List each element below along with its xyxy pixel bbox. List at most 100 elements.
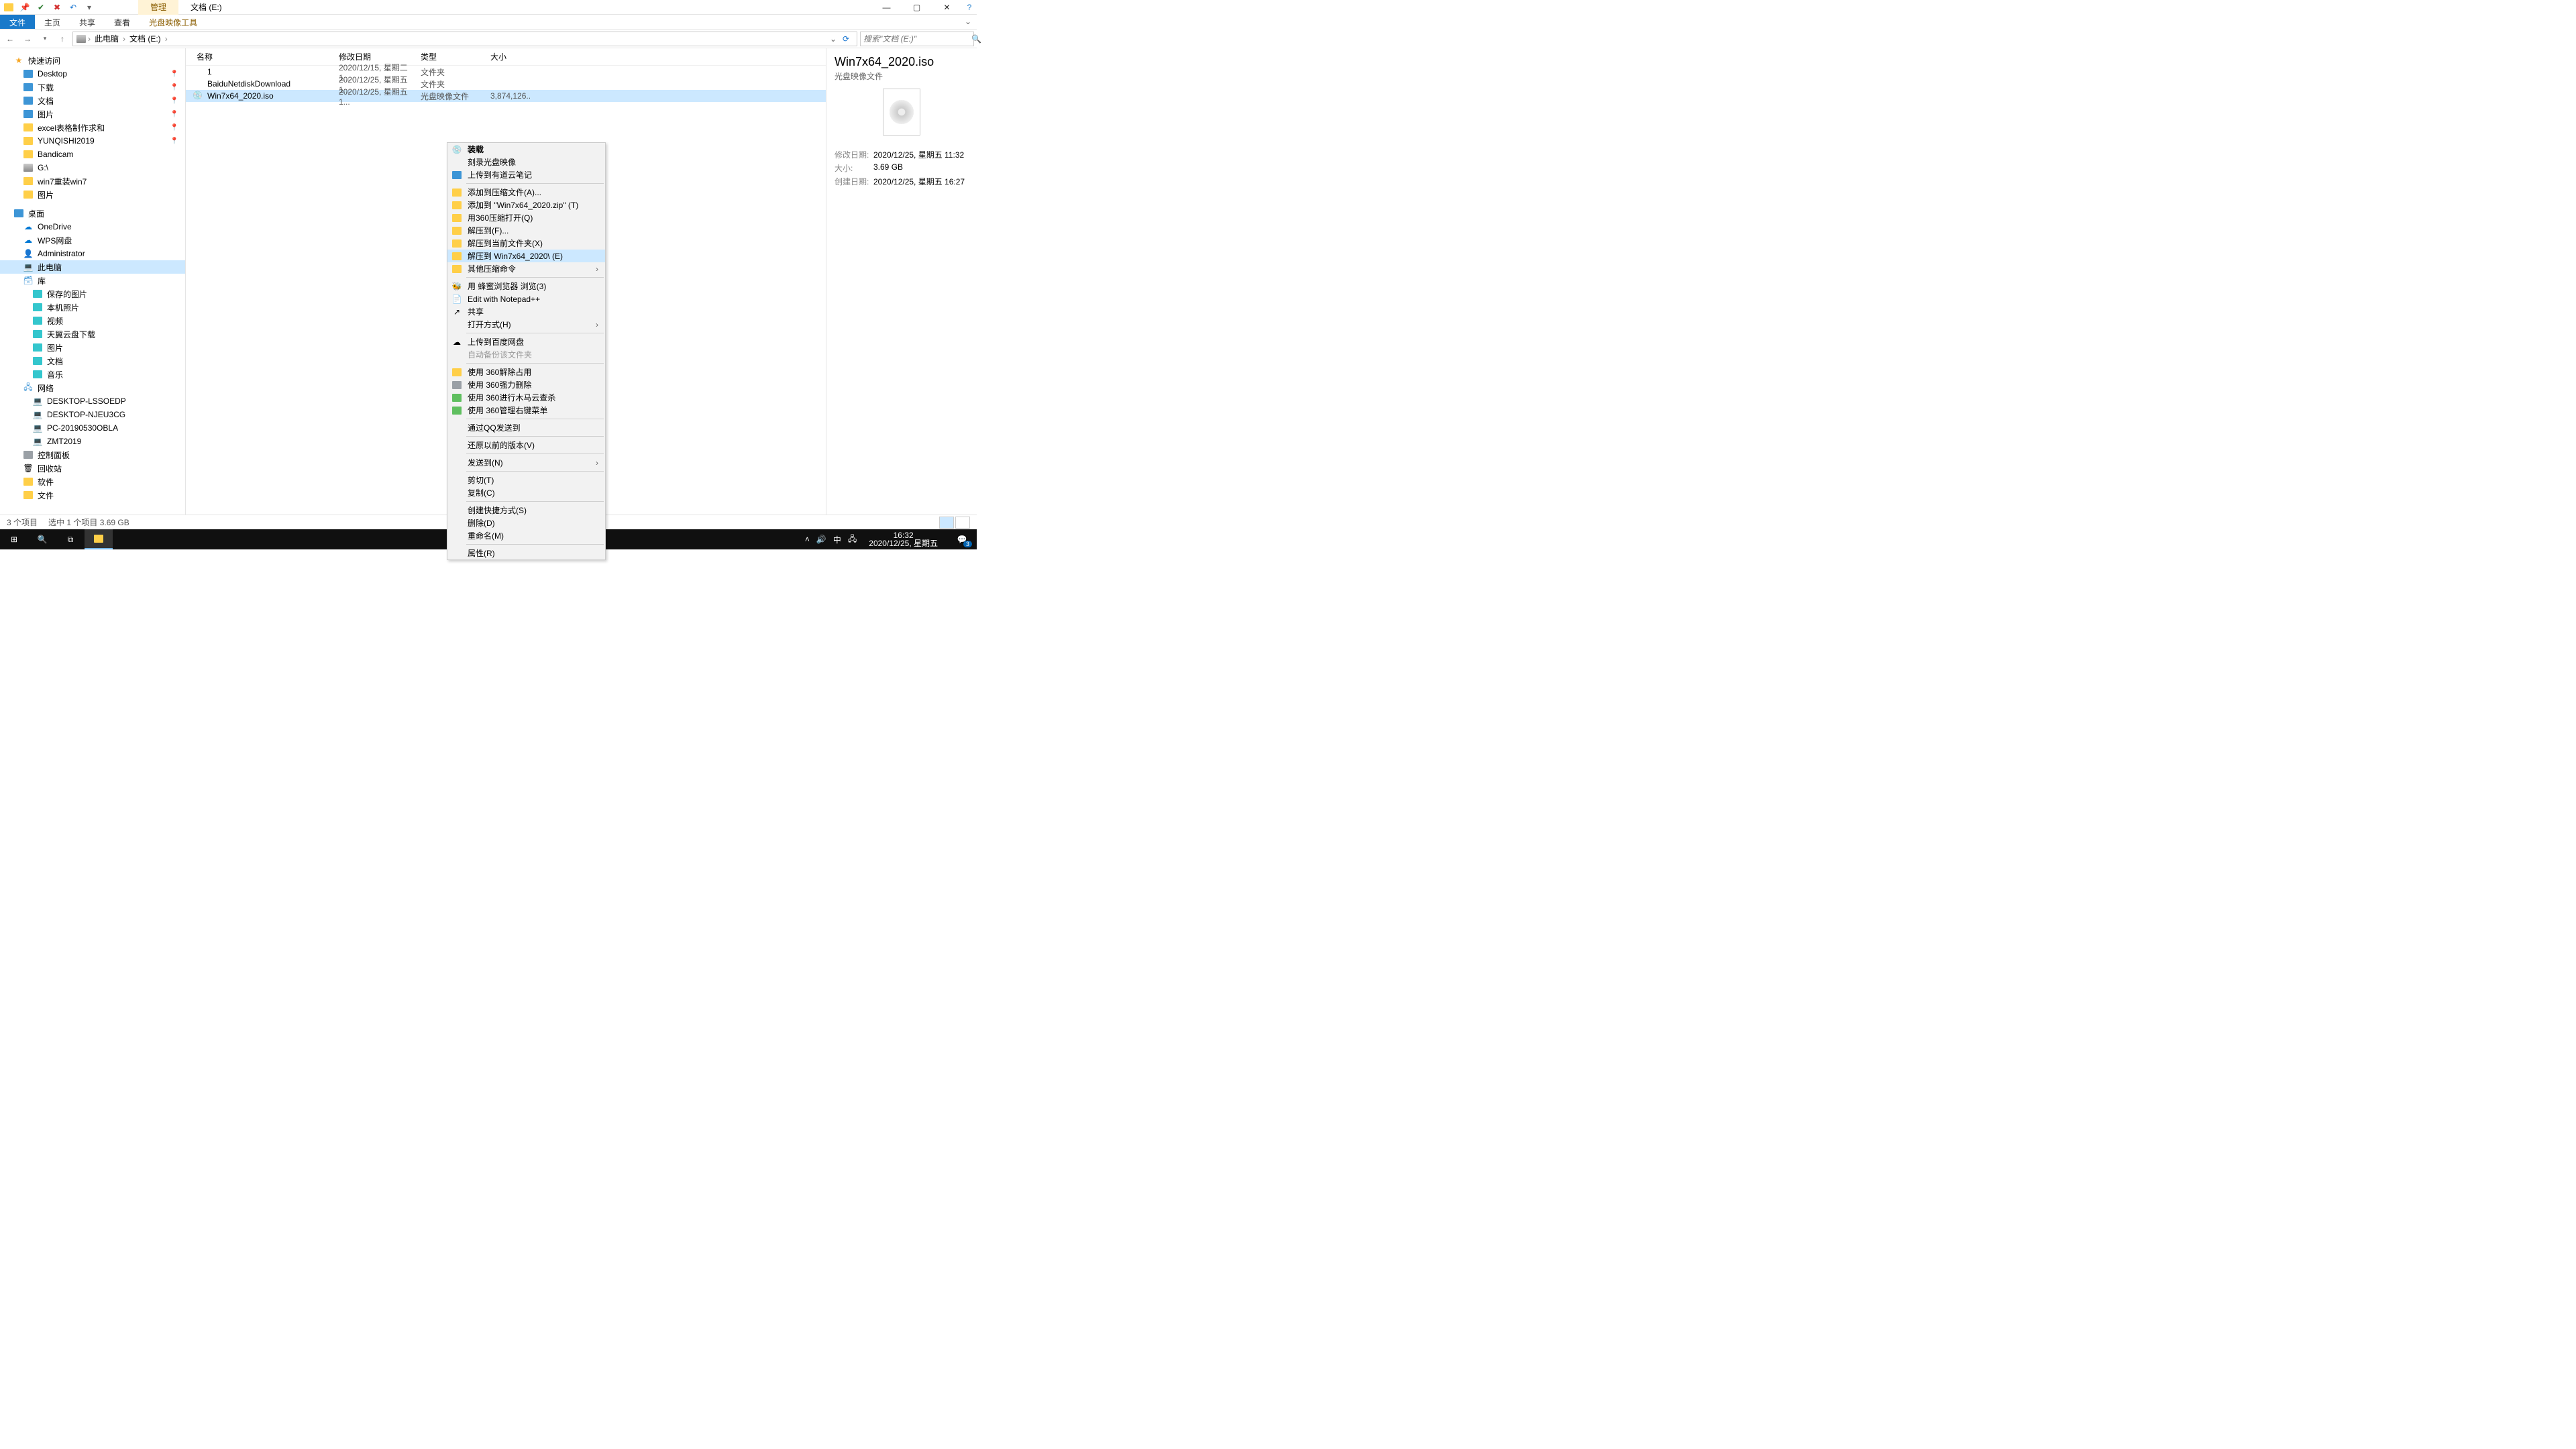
qat-undo-icon[interactable]: ↶ bbox=[67, 1, 79, 13]
ribbon-tab-disc-tools[interactable]: 光盘映像工具 bbox=[140, 15, 207, 29]
ctx-youdao[interactable]: 上传到有道云笔记 bbox=[447, 168, 605, 181]
tree-item[interactable]: 👤Administrator bbox=[0, 247, 185, 260]
col-type[interactable]: 类型 bbox=[421, 51, 490, 62]
qat-close-icon[interactable]: ✖ bbox=[51, 1, 63, 13]
crumb-this-pc[interactable]: 此电脑 bbox=[92, 33, 121, 44]
search-button[interactable]: 🔍 bbox=[28, 529, 56, 549]
chevron-right-icon[interactable]: › bbox=[88, 34, 91, 44]
ribbon-expand-icon[interactable]: ⌄ bbox=[959, 15, 977, 29]
tree-item[interactable]: 文档📍 bbox=[0, 94, 185, 107]
file-row[interactable]: BaiduNetdiskDownload 2020/12/25, 星期五 1..… bbox=[186, 78, 826, 90]
taskbar-explorer[interactable] bbox=[85, 529, 113, 549]
tree-item[interactable]: excel表格制作求和📍 bbox=[0, 121, 185, 134]
recent-locations-button[interactable]: ▾ bbox=[38, 32, 52, 46]
ctx-360-manage[interactable]: 使用 360管理右键菜单 bbox=[447, 404, 605, 417]
ctx-burn[interactable]: 刻录光盘映像 bbox=[447, 156, 605, 168]
col-date[interactable]: 修改日期 bbox=[339, 51, 421, 62]
address-dropdown-icon[interactable]: ⌄ bbox=[830, 34, 837, 44]
tree-item[interactable]: 💻DESKTOP-LSSOEDP bbox=[0, 394, 185, 408]
up-button[interactable]: ↑ bbox=[55, 32, 70, 46]
ctx-extract-here[interactable]: 解压到当前文件夹(X) bbox=[447, 237, 605, 250]
tree-libraries[interactable]: 🗃库 bbox=[0, 274, 185, 287]
tree-item[interactable]: 图片📍 bbox=[0, 107, 185, 121]
ctx-restore-prev[interactable]: 还原以前的版本(V) bbox=[447, 439, 605, 451]
contextual-tab-manage[interactable]: 管理 bbox=[138, 0, 178, 15]
ctx-360-force-del[interactable]: 使用 360强力删除 bbox=[447, 378, 605, 391]
tree-control-panel[interactable]: 控制面板 bbox=[0, 448, 185, 462]
search-input[interactable] bbox=[863, 34, 969, 44]
tree-quick-access[interactable]: ★快速访问 bbox=[0, 54, 185, 67]
tree-item[interactable]: 图片 bbox=[0, 341, 185, 354]
ctx-baidu-upload[interactable]: ☁上传到百度网盘 bbox=[447, 335, 605, 348]
tray-ime[interactable]: 中 bbox=[833, 534, 841, 545]
ctx-360-scan[interactable]: 使用 360进行木马云查杀 bbox=[447, 391, 605, 404]
chevron-right-icon[interactable]: › bbox=[165, 34, 168, 44]
ctx-rename[interactable]: 重命名(M) bbox=[447, 529, 605, 542]
ribbon-tab-home[interactable]: 主页 bbox=[35, 15, 70, 29]
tree-item[interactable]: 本机照片 bbox=[0, 301, 185, 314]
col-size[interactable]: 大小 bbox=[490, 51, 531, 62]
file-row-selected[interactable]: 💿Win7x64_2020.iso 2020/12/25, 星期五 1...光盘… bbox=[186, 90, 826, 102]
ctx-notepadpp[interactable]: 📄Edit with Notepad++ bbox=[447, 292, 605, 305]
tree-item[interactable]: G:\ bbox=[0, 161, 185, 174]
tray-clock[interactable]: 16:32 2020/12/25, 星期五 bbox=[863, 530, 943, 549]
tray-network-icon[interactable]: 🖧 bbox=[848, 533, 857, 547]
ctx-properties[interactable]: 属性(R) bbox=[447, 547, 605, 559]
back-button[interactable]: ← bbox=[3, 32, 17, 46]
tree-item[interactable]: 文件 bbox=[0, 488, 185, 502]
ctx-send-to[interactable]: 发送到(N)› bbox=[447, 456, 605, 469]
tree-item[interactable]: 💻DESKTOP-NJEU3CG bbox=[0, 408, 185, 421]
ctx-qq-send[interactable]: 通过QQ发送到 bbox=[447, 421, 605, 434]
qat-dropdown-icon[interactable]: ▾ bbox=[83, 1, 95, 13]
tree-item[interactable]: Bandicam bbox=[0, 148, 185, 161]
ctx-extract-to[interactable]: 解压到(F)... bbox=[447, 224, 605, 237]
close-button[interactable]: ✕ bbox=[932, 0, 962, 15]
ctx-open-with[interactable]: 打开方式(H)› bbox=[447, 318, 605, 331]
minimize-button[interactable]: — bbox=[871, 0, 902, 15]
ctx-create-shortcut[interactable]: 创建快捷方式(S) bbox=[447, 504, 605, 517]
tree-item[interactable]: 天翼云盘下载 bbox=[0, 327, 185, 341]
ribbon-tab-view[interactable]: 查看 bbox=[105, 15, 140, 29]
ribbon-tab-share[interactable]: 共享 bbox=[70, 15, 105, 29]
ribbon-tab-file[interactable]: 文件 bbox=[0, 15, 35, 29]
tray-volume-icon[interactable]: 🔊 bbox=[816, 535, 826, 544]
tray-chevron-up-icon[interactable]: ˄ bbox=[805, 535, 810, 544]
search-icon[interactable]: 🔍 bbox=[971, 34, 981, 44]
ctx-copy[interactable]: 复制(C) bbox=[447, 486, 605, 499]
tree-desktop[interactable]: 桌面 bbox=[0, 207, 185, 220]
tree-item[interactable]: Desktop📍 bbox=[0, 67, 185, 80]
ctx-add-zip[interactable]: 添加到 "Win7x64_2020.zip" (T) bbox=[447, 199, 605, 211]
nav-tree[interactable]: ★快速访问 Desktop📍 下载📍 文档📍 图片📍 excel表格制作求和📍 … bbox=[0, 48, 186, 515]
tree-item[interactable]: 文档 bbox=[0, 354, 185, 368]
ctx-360-unlock[interactable]: 使用 360解除占用 bbox=[447, 366, 605, 378]
ctx-cut[interactable]: 剪切(T) bbox=[447, 474, 605, 486]
tree-item[interactable]: 保存的图片 bbox=[0, 287, 185, 301]
col-name[interactable]: 名称 bbox=[193, 51, 339, 62]
tree-item[interactable]: 软件 bbox=[0, 475, 185, 488]
tree-item[interactable]: ☁WPS网盘 bbox=[0, 233, 185, 247]
breadcrumb[interactable]: › 此电脑 › 文档 (E:) › ⌄ ⟳ bbox=[72, 32, 857, 46]
tree-item[interactable]: 音乐 bbox=[0, 368, 185, 381]
tree-item[interactable]: 💻ZMT2019 bbox=[0, 435, 185, 448]
ctx-delete[interactable]: 删除(D) bbox=[447, 517, 605, 529]
action-center-button[interactable]: 💬3 bbox=[950, 529, 974, 549]
ctx-add-archive[interactable]: 添加到压缩文件(A)... bbox=[447, 186, 605, 199]
qat-check-icon[interactable]: ✔ bbox=[35, 1, 47, 13]
tree-this-pc[interactable]: 💻此电脑 bbox=[0, 260, 185, 274]
forward-button[interactable]: → bbox=[20, 32, 35, 46]
ctx-extract-named[interactable]: 解压到 Win7x64_2020\ (E) bbox=[447, 250, 605, 262]
view-large-icons-button[interactable] bbox=[955, 517, 970, 529]
tree-item[interactable]: ☁OneDrive bbox=[0, 220, 185, 233]
qat-pin-icon[interactable]: 📌 bbox=[19, 1, 31, 13]
view-details-button[interactable] bbox=[939, 517, 954, 529]
task-view-button[interactable]: ⧉ bbox=[56, 529, 85, 549]
crumb-drive[interactable]: 文档 (E:) bbox=[127, 33, 164, 44]
chevron-right-icon[interactable]: › bbox=[123, 34, 125, 44]
help-icon[interactable]: ? bbox=[962, 0, 977, 15]
tree-item[interactable]: 💻PC-20190530OBLA bbox=[0, 421, 185, 435]
tree-network[interactable]: 🖧网络 bbox=[0, 381, 185, 394]
tree-recycle-bin[interactable]: 🗑回收站 bbox=[0, 462, 185, 475]
start-button[interactable]: ⊞ bbox=[0, 529, 28, 549]
tree-item[interactable]: win7重装win7 bbox=[0, 174, 185, 188]
tree-item[interactable]: YUNQISHI2019📍 bbox=[0, 134, 185, 148]
